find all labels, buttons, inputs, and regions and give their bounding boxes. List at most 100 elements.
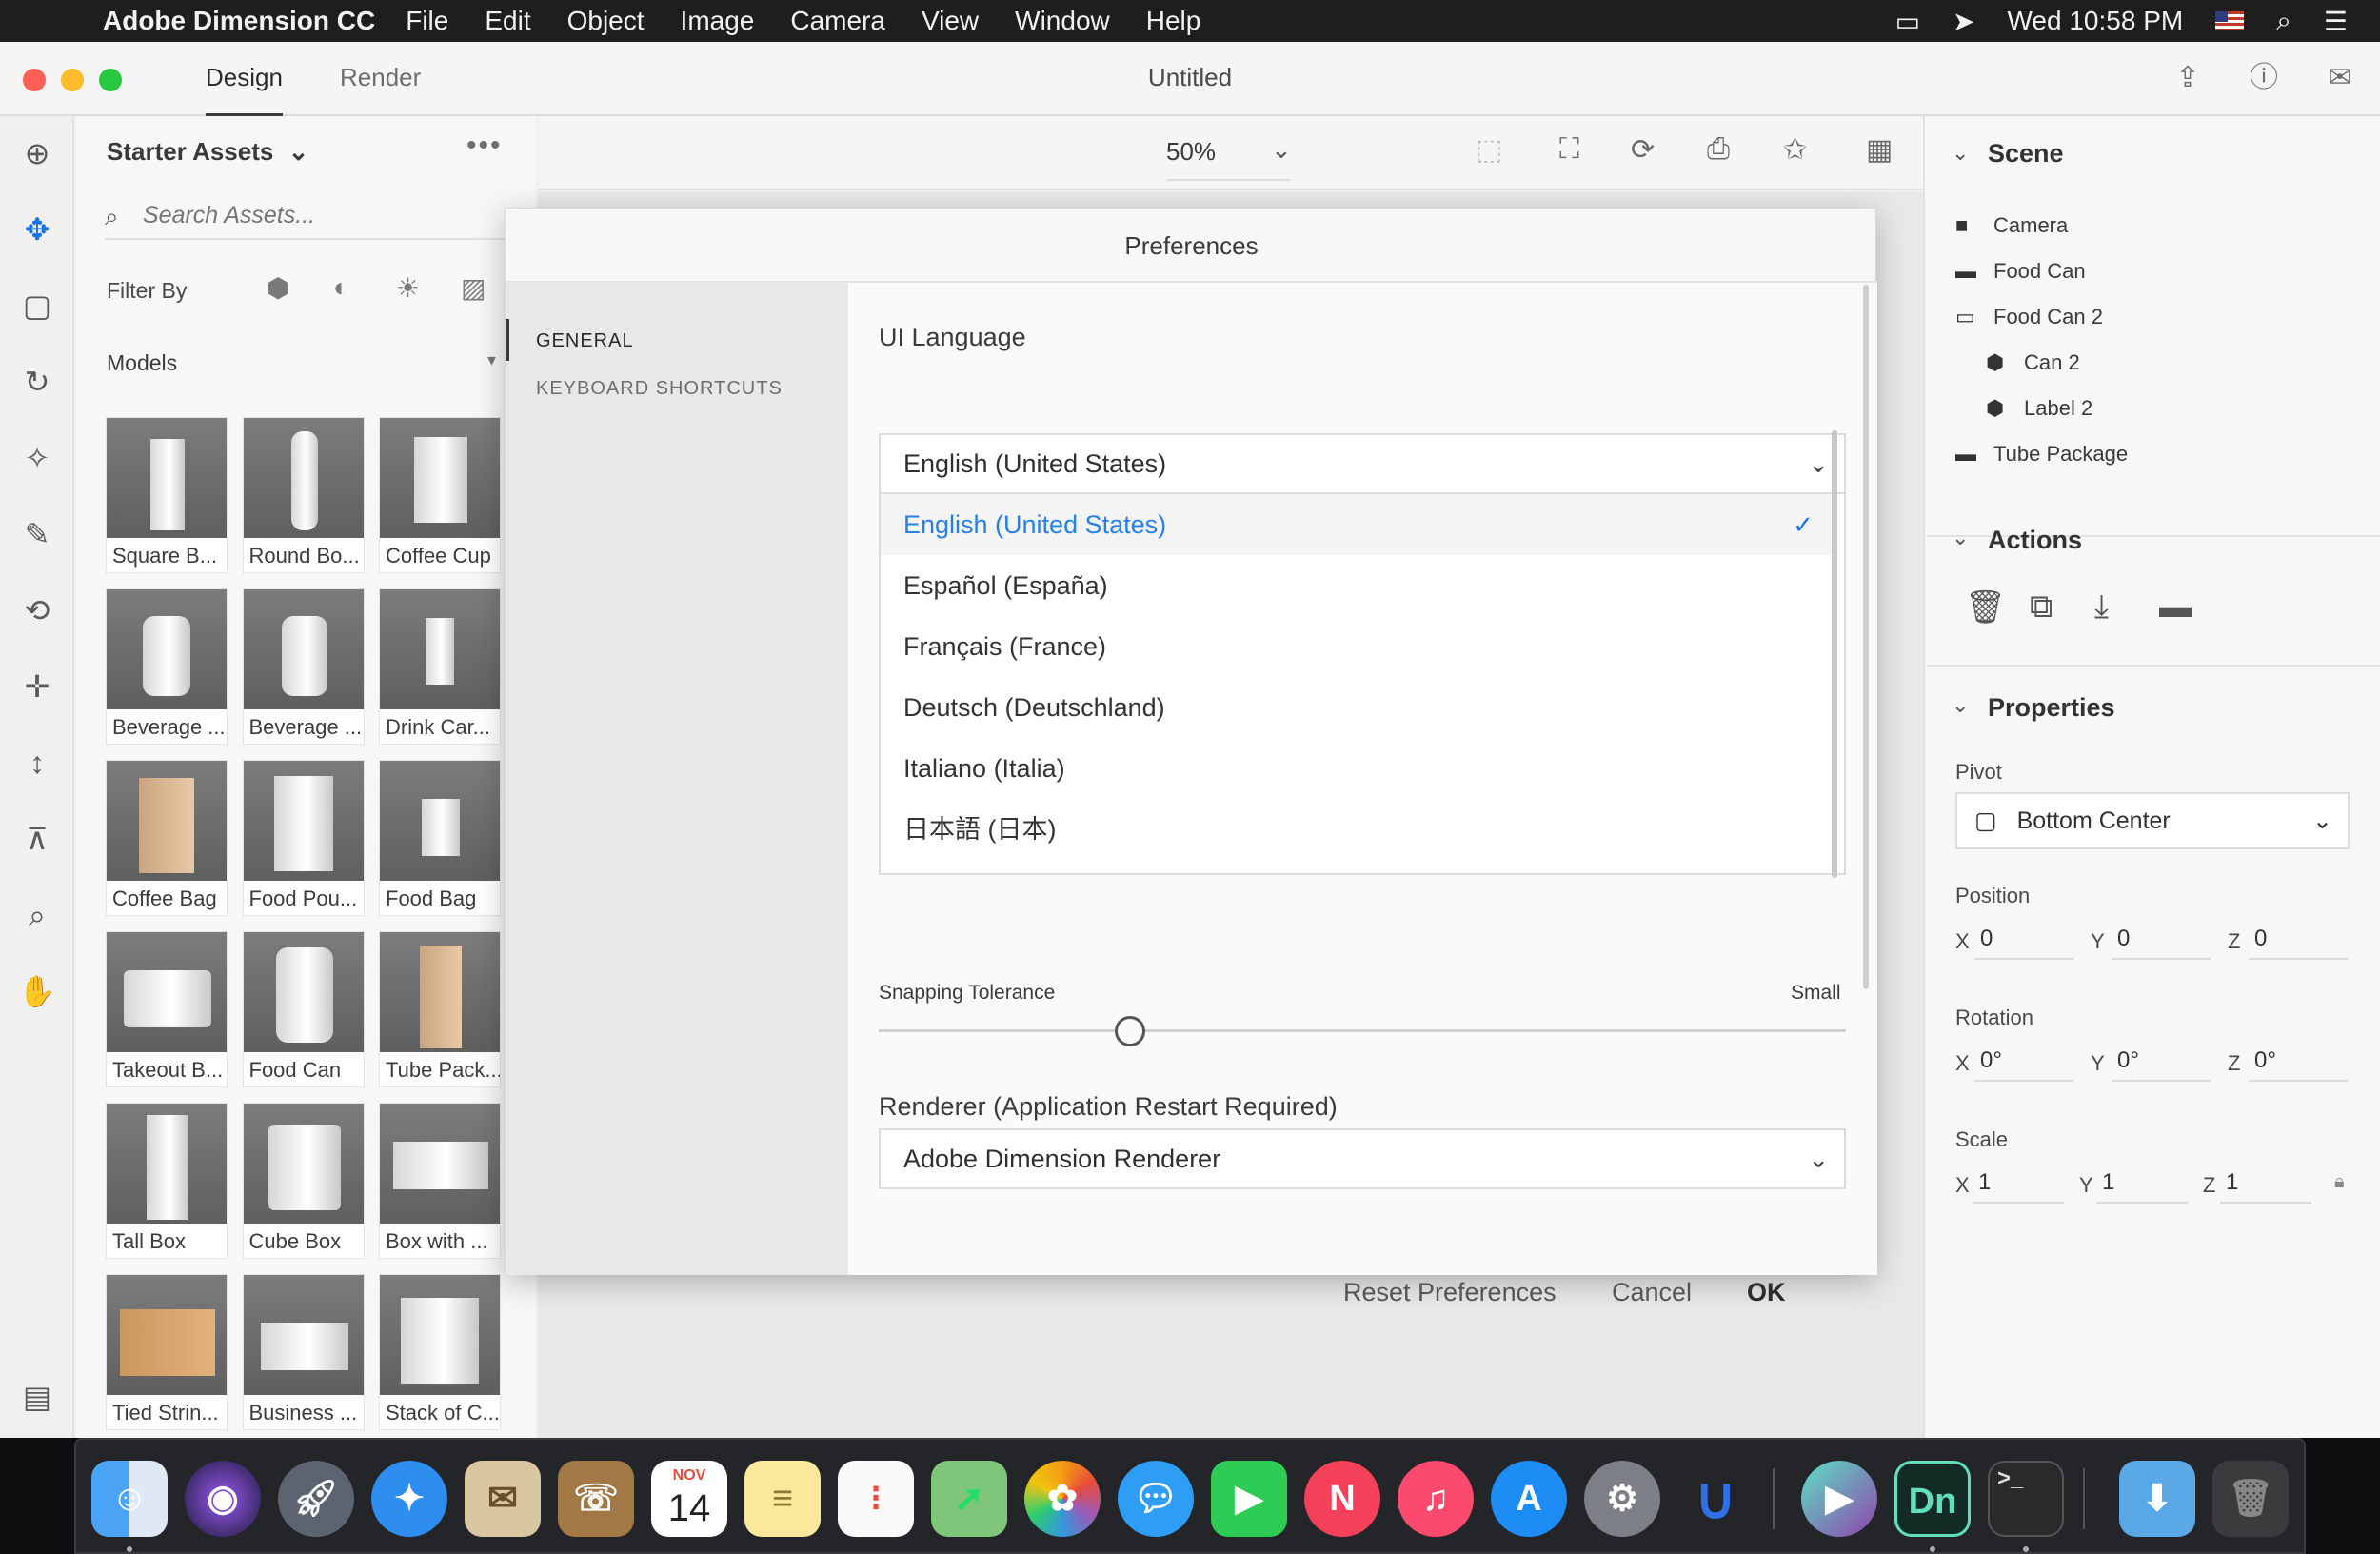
asset-tile[interactable]: Takeout B...	[106, 931, 228, 1087]
asset-tile[interactable]: Coffee Cup	[379, 417, 501, 573]
duplicate-icon[interactable]: ⧉	[2030, 588, 2053, 626]
cancel-button[interactable]: Cancel	[1612, 1278, 1692, 1307]
ok-button[interactable]: OK	[1747, 1278, 1786, 1307]
rotation-x-field[interactable]: 0°	[1974, 1044, 2073, 1082]
siri-icon[interactable]: ◉	[185, 1461, 261, 1537]
reminders-icon[interactable]: ⁝	[838, 1461, 914, 1537]
app-menu[interactable]: Adobe Dimension CC	[103, 6, 375, 36]
language-option[interactable]: 한국어 (한국)	[881, 860, 1833, 873]
pivot-select[interactable]: ▢ Bottom Center ⌄	[1955, 792, 2350, 849]
add-icon[interactable]: ⊕	[13, 130, 61, 177]
music-icon[interactable]: ♫	[1398, 1461, 1474, 1537]
spotlight-icon[interactable]: ⌕	[2276, 6, 2291, 37]
language-option[interactable]: 日本語 (日本)	[881, 799, 1833, 860]
launchpad-icon[interactable]: 🚀︎	[278, 1461, 354, 1537]
system-preferences-icon[interactable]: ⚙	[1584, 1461, 1660, 1537]
asset-tile[interactable]: Square B...	[106, 417, 228, 573]
magnet-icon[interactable]: ∪	[1677, 1461, 1754, 1537]
share-icon[interactable]: ⇪	[2169, 59, 2207, 97]
collapse-chevron-icon[interactable]: ⌄	[1952, 141, 1969, 166]
dolly-camera-icon[interactable]: ↕	[13, 739, 61, 787]
asset-tile[interactable]: Cube Box	[242, 1103, 365, 1259]
menu-view[interactable]: View	[922, 6, 979, 36]
position-y-field[interactable]: 0	[2112, 922, 2211, 960]
asset-tile[interactable]: Round Bo...	[242, 417, 365, 573]
app-store-icon[interactable]: A	[1491, 1461, 1567, 1537]
filter-lights-icon[interactable]: ☀	[396, 272, 420, 304]
asset-tile[interactable]: Beverage ...	[106, 588, 228, 745]
filter-images-icon[interactable]: ▨	[461, 272, 486, 304]
language-option[interactable]: Español (España)	[881, 555, 1833, 616]
scale-z-field[interactable]: 1	[2220, 1166, 2311, 1204]
menu-image[interactable]: Image	[681, 6, 755, 36]
camera-fit-icon[interactable]: ⛶	[1559, 133, 1579, 166]
hand-tool-icon[interactable]: ✋	[13, 967, 61, 1015]
finder-icon[interactable]: ☺	[91, 1461, 168, 1537]
scale-x-field[interactable]: 1	[1973, 1166, 2064, 1204]
menu-camera[interactable]: Camera	[790, 6, 885, 36]
pan-camera-icon[interactable]: ✛	[13, 663, 61, 710]
notes-icon[interactable]: ≡	[744, 1461, 821, 1537]
comment-icon[interactable]: ✉	[2321, 59, 2359, 97]
trash-icon[interactable]: 🗑	[2212, 1461, 2289, 1537]
horizon-tool-icon[interactable]: ⊼	[13, 815, 61, 863]
more-options-icon[interactable]: •••	[466, 130, 503, 162]
asset-tile[interactable]: Tube Pack...	[379, 931, 501, 1087]
asset-tile[interactable]: Drink Car...	[379, 588, 501, 745]
language-option[interactable]: Italiano (Italia)	[881, 738, 1833, 799]
asset-tile[interactable]: Coffee Bag	[106, 760, 228, 916]
caret-down-icon[interactable]: ▾	[487, 350, 496, 370]
place-on-ground-icon[interactable]: ⤓	[2094, 588, 2109, 626]
notification-center-icon[interactable]: ☰	[2324, 6, 2348, 37]
scale-y-field[interactable]: 1	[2096, 1166, 2188, 1204]
collapse-chevron-icon[interactable]: ⌄	[1952, 693, 1969, 718]
dialog-scrollbar[interactable]	[1863, 285, 1869, 989]
facetime-icon[interactable]: ▶	[1211, 1461, 1287, 1537]
asset-tile[interactable]: Food Bag	[379, 760, 501, 916]
filter-materials-icon[interactable]: ◐	[333, 272, 349, 303]
scene-tree-item[interactable]: ■ Camera	[1955, 213, 2068, 238]
news-icon[interactable]: N	[1304, 1461, 1380, 1537]
maps-icon[interactable]: ➚	[931, 1461, 1007, 1537]
media-player-icon[interactable]: ▶	[1801, 1461, 1877, 1537]
scene-tree-item[interactable]: ⬢ Can 2	[1986, 350, 2080, 375]
photos-icon[interactable]: ✿	[1024, 1461, 1101, 1537]
asset-tile[interactable]: Food Pou...	[242, 760, 365, 916]
frame-selection-icon[interactable]: ⬚	[1476, 133, 1502, 167]
camera-bookmark-icon[interactable]: ⎙	[1707, 133, 1730, 166]
select-tool-icon[interactable]: ✥	[13, 206, 61, 253]
dimension-app-icon[interactable]: Dn	[1894, 1461, 1971, 1537]
scene-tree-item[interactable]: ▭ Food Can 2	[1955, 305, 2103, 329]
asset-tile[interactable]: Tall Box	[106, 1103, 228, 1259]
calendar-icon[interactable]: NOV 14	[651, 1461, 727, 1537]
terminal-icon[interactable]: >_	[1988, 1461, 2064, 1537]
marquee-tool-icon[interactable]: ▢	[13, 282, 61, 329]
asset-tile[interactable]: Beverage ...	[242, 588, 365, 745]
language-option[interactable]: Deutsch (Deutschland)	[881, 677, 1833, 738]
menu-file[interactable]: File	[406, 6, 448, 36]
safari-icon[interactable]: ✦	[371, 1461, 447, 1537]
language-option[interactable]: English (United States) ✓	[881, 494, 1833, 555]
menu-help[interactable]: Help	[1146, 6, 1201, 36]
orbit-camera-icon[interactable]: ⟲	[13, 587, 61, 634]
asset-tile[interactable]: Business ...	[242, 1274, 365, 1430]
scene-tree-item[interactable]: ▬ Food Can	[1955, 259, 2086, 284]
asset-tile[interactable]: Box with ...	[379, 1103, 501, 1259]
camera-star-icon[interactable]: ✩	[1783, 133, 1807, 167]
eyedropper-icon[interactable]: ✎	[13, 510, 61, 558]
menubar-clock[interactable]: Wed 10:58 PM	[2008, 6, 2184, 36]
contacts-icon[interactable]: ☏	[558, 1461, 634, 1537]
zoom-tool-icon[interactable]: ⌕	[13, 891, 61, 939]
filter-models-icon[interactable]: ⬢	[267, 272, 289, 304]
dropdown-scrollbar[interactable]	[1832, 430, 1837, 878]
messages-icon[interactable]: 💬︎	[1118, 1461, 1194, 1537]
asset-tile[interactable]: Tied Strin...	[106, 1274, 228, 1430]
location-icon[interactable]: ➤	[1953, 6, 1974, 37]
snapping-slider-track[interactable]	[879, 1029, 1846, 1032]
scene-tree-item[interactable]: ▬ Tube Package	[1955, 442, 2128, 467]
asset-tile[interactable]: Stack of C...	[379, 1274, 501, 1430]
mail-icon[interactable]: ✉	[465, 1461, 541, 1537]
renderer-select[interactable]: Adobe Dimension Renderer ⌄	[879, 1128, 1846, 1189]
search-input[interactable]	[143, 196, 495, 234]
lock-icon[interactable]: 🔒︎	[2334, 1171, 2345, 1193]
